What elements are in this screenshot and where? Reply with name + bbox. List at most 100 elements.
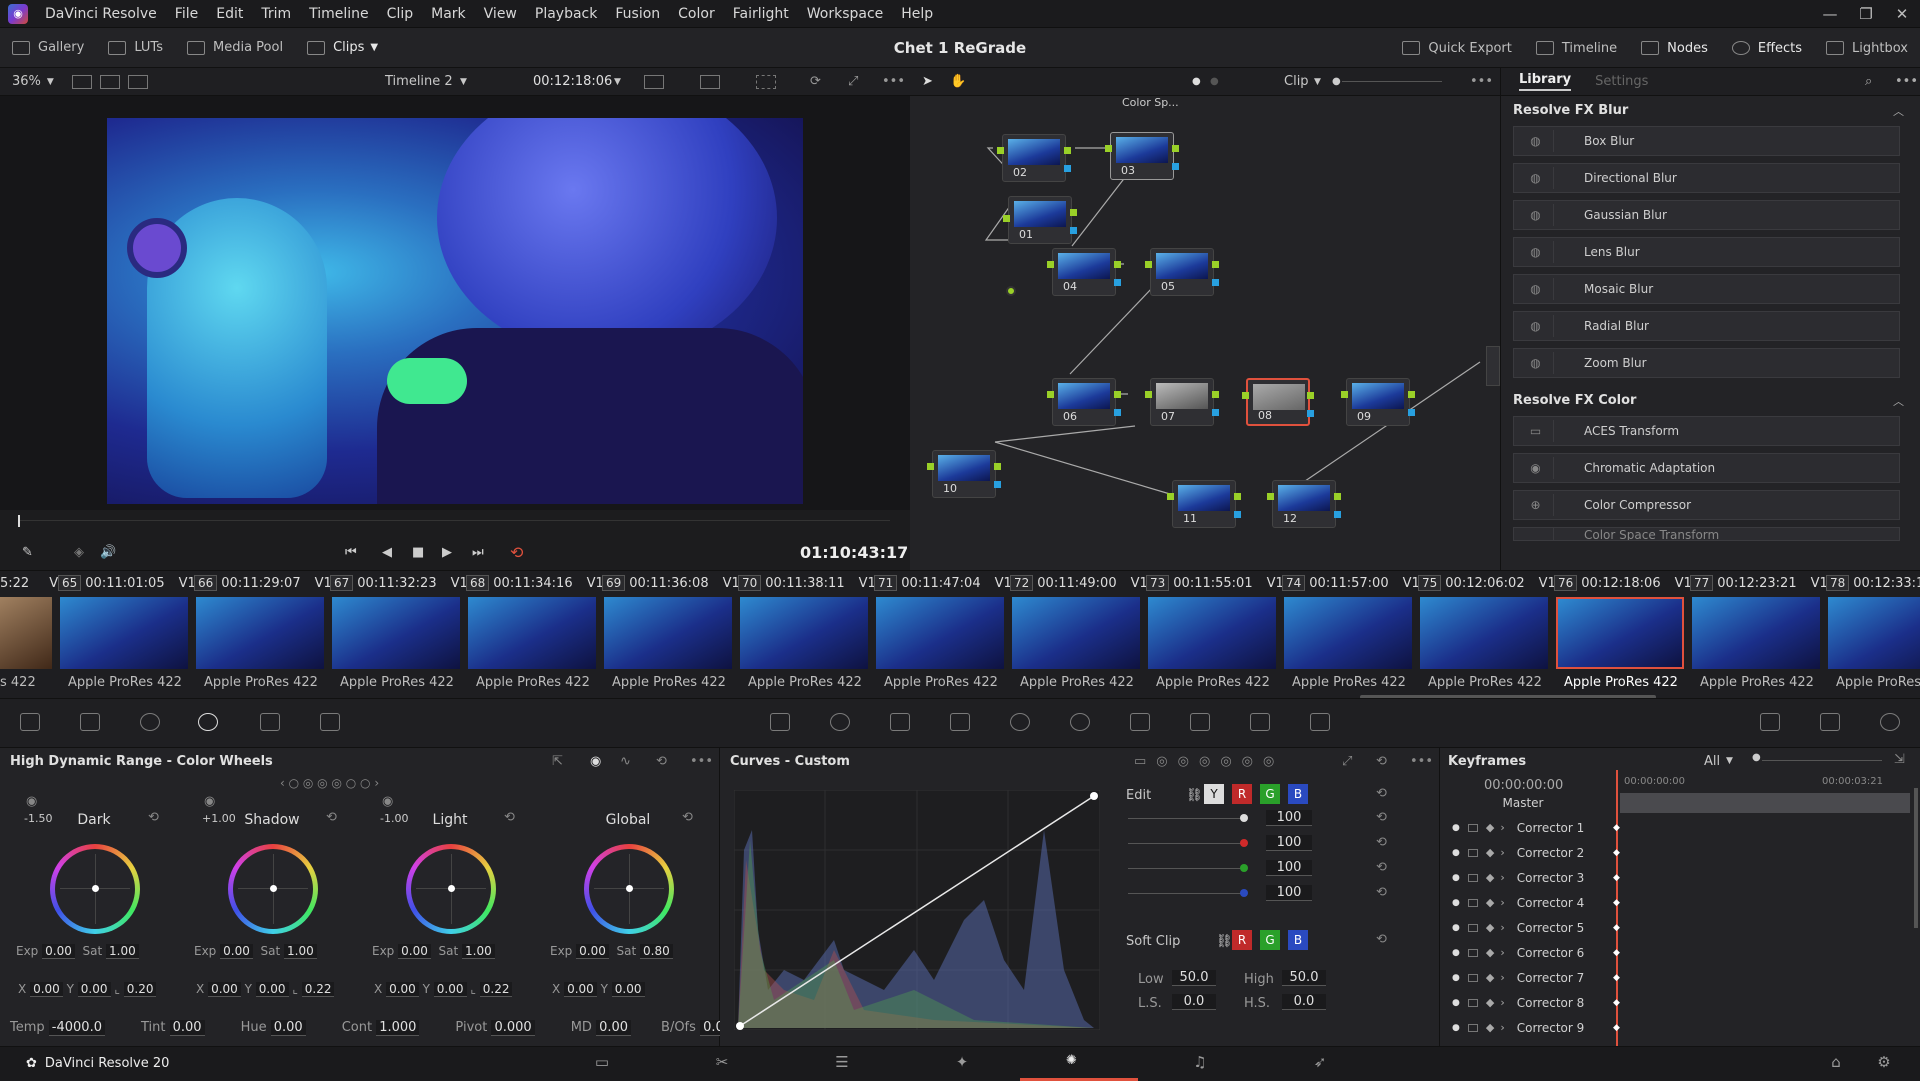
exp-value[interactable]: 0.00: [398, 944, 431, 959]
high-value[interactable]: 50.0: [1282, 970, 1326, 986]
media-page-icon[interactable]: ▭: [590, 1053, 614, 1075]
lock-icon[interactable]: [1467, 873, 1478, 882]
ls-value[interactable]: 0.0: [1172, 994, 1216, 1010]
fx-aces-transform[interactable]: ▭ ACES Transform: [1513, 416, 1900, 446]
node-key-output-pin[interactable]: [1212, 409, 1219, 416]
node-key-output-pin[interactable]: [1070, 227, 1077, 234]
node-12[interactable]: 12: [1267, 480, 1341, 528]
keyframe-marker[interactable]: ◆: [1613, 973, 1620, 983]
tab-settings[interactable]: Settings: [1595, 74, 1648, 89]
color-picker-icon[interactable]: ✎: [22, 545, 33, 560]
speaker-icon[interactable]: 🔊: [100, 545, 116, 560]
power-window-icon[interactable]: [950, 713, 970, 731]
page-dot-icon[interactable]: ●: [1210, 76, 1219, 87]
node-input-pin[interactable]: [927, 463, 934, 470]
sat-value[interactable]: 1.00: [462, 944, 495, 959]
menu-mark[interactable]: Mark: [422, 6, 475, 22]
fx-directional-blur[interactable]: ◍ Directional Blur: [1513, 163, 1900, 193]
color-match-icon[interactable]: [80, 713, 100, 731]
node-08-selected[interactable]: 08: [1242, 378, 1314, 426]
expand-icon[interactable]: ⤢: [1342, 754, 1352, 769]
keyframe-diamond-icon[interactable]: ◆: [1486, 871, 1494, 884]
keyframe-marker[interactable]: ◆: [1613, 998, 1620, 1008]
play-icon[interactable]: ▶: [442, 545, 452, 560]
chevron-right-icon[interactable]: ›: [1500, 971, 1504, 984]
intensity-b-slider[interactable]: [1128, 889, 1248, 897]
node-key-output-pin[interactable]: [1114, 409, 1121, 416]
more-options-icon[interactable]: •••: [1470, 74, 1493, 89]
node-01[interactable]: 01: [1003, 196, 1077, 244]
stop-icon[interactable]: ■: [412, 545, 424, 560]
menu-fusion[interactable]: Fusion: [606, 6, 669, 22]
node-output-pin[interactable]: [1307, 392, 1314, 399]
zones-mode-icon[interactable]: ∿: [620, 754, 631, 769]
zoom-level[interactable]: 36%: [12, 74, 41, 89]
node-output-pin[interactable]: [1064, 147, 1071, 154]
camera-raw-icon[interactable]: [20, 713, 40, 731]
y-value[interactable]: 0.00: [611, 982, 645, 997]
more-options-icon[interactable]: •••: [882, 74, 905, 89]
keyframe-marker[interactable]: ◆: [1613, 823, 1620, 833]
link-icon[interactable]: ⛓: [1186, 788, 1203, 803]
sat-value[interactable]: 1.00: [106, 944, 139, 959]
softclip-g-button[interactable]: G: [1260, 930, 1280, 950]
quick-export-button[interactable]: Quick Export: [1390, 28, 1523, 68]
slider-handle[interactable]: [1240, 839, 1248, 847]
keyframe-master-row[interactable]: Master: [1440, 790, 1920, 815]
keyframe-row-corrector-9[interactable]: ● ◆ › Corrector 9 ◆: [1440, 1015, 1920, 1040]
intensity-r-slider[interactable]: [1128, 839, 1248, 847]
reset-icon[interactable]: ⟲: [1376, 835, 1387, 850]
keyframes-palette-icon[interactable]: [1760, 713, 1780, 731]
highlight-icon[interactable]: [700, 74, 720, 89]
lock-icon[interactable]: [1467, 823, 1478, 832]
3d-icon[interactable]: [1310, 713, 1330, 731]
key-icon[interactable]: [1190, 713, 1210, 731]
node-10[interactable]: 10: [927, 450, 1001, 498]
node-input-pin[interactable]: [1105, 145, 1112, 152]
gallery-button[interactable]: Gallery: [0, 28, 96, 68]
menu-timeline[interactable]: Timeline: [300, 6, 378, 22]
node-input-pin[interactable]: [1047, 261, 1054, 268]
hue-value[interactable]: 0.00: [270, 1020, 306, 1036]
viewer-scrubber[interactable]: [18, 515, 890, 527]
wheel-toggle-icon[interactable]: ◉: [26, 794, 37, 809]
keyframe-row-corrector-8[interactable]: ● ◆ › Corrector 8 ◆: [1440, 990, 1920, 1015]
keyframe-diamond-icon[interactable]: ◆: [1486, 1021, 1494, 1034]
y-value[interactable]: 0.00: [255, 982, 289, 997]
cont-value[interactable]: 1.000: [376, 1020, 420, 1036]
rgb-mixer-icon[interactable]: [260, 713, 280, 731]
chevron-right-icon[interactable]: ›: [1500, 996, 1504, 1009]
keyframe-diamond-icon[interactable]: ◆: [1486, 921, 1494, 934]
page-dot-icon[interactable]: ●: [1192, 76, 1201, 87]
search-icon[interactable]: ⌕: [1865, 74, 1872, 89]
timeline-toggle-button[interactable]: Timeline: [1524, 28, 1629, 68]
clip-76[interactable]: 76 00:12:18:06 V1 Apple ProRes 422: [1554, 571, 1692, 691]
lock-icon[interactable]: [1467, 948, 1478, 957]
node-output-pin[interactable]: [1172, 145, 1179, 152]
keyframe-filter[interactable]: All: [1704, 754, 1720, 769]
node-05[interactable]: 05: [1145, 248, 1219, 296]
zoom-slider-track[interactable]: [1342, 81, 1442, 82]
dot-icon[interactable]: ●: [1452, 923, 1460, 933]
clip-71[interactable]: 71 00:11:47:04 V1 Apple ProRes 422: [874, 571, 1012, 691]
tracker-icon[interactable]: [1010, 713, 1030, 731]
wheel-puck[interactable]: [626, 885, 633, 892]
chevron-down-icon[interactable]: ▼: [460, 77, 467, 87]
fx-color-space-transform[interactable]: Color Space Transform: [1513, 527, 1900, 541]
chevron-right-icon[interactable]: ›: [1500, 1021, 1504, 1034]
hdr-icon[interactable]: [198, 713, 218, 731]
nodes-toggle-button[interactable]: Nodes: [1629, 28, 1720, 68]
clip-70[interactable]: 70 00:11:38:11 V1 Apple ProRes 422: [738, 571, 876, 691]
keyframe-marker[interactable]: ◆: [1613, 898, 1620, 908]
media-pool-button[interactable]: Media Pool: [175, 28, 295, 68]
cut-page-icon[interactable]: ✂: [710, 1053, 734, 1075]
fusion-page-icon[interactable]: ✦: [950, 1053, 974, 1075]
layers-icon[interactable]: ◈: [74, 545, 84, 560]
keyframe-row-corrector-4[interactable]: ● ◆ › Corrector 4 ◆: [1440, 890, 1920, 915]
node-input-pin[interactable]: [1145, 261, 1152, 268]
keyframe-diamond-icon[interactable]: ◆: [1486, 996, 1494, 1009]
zoom-slider-track[interactable]: [1762, 760, 1882, 761]
node-input-pin[interactable]: [1145, 391, 1152, 398]
node-output-pin[interactable]: [1334, 493, 1341, 500]
fx-radial-blur[interactable]: ◍ Radial Blur: [1513, 311, 1900, 341]
